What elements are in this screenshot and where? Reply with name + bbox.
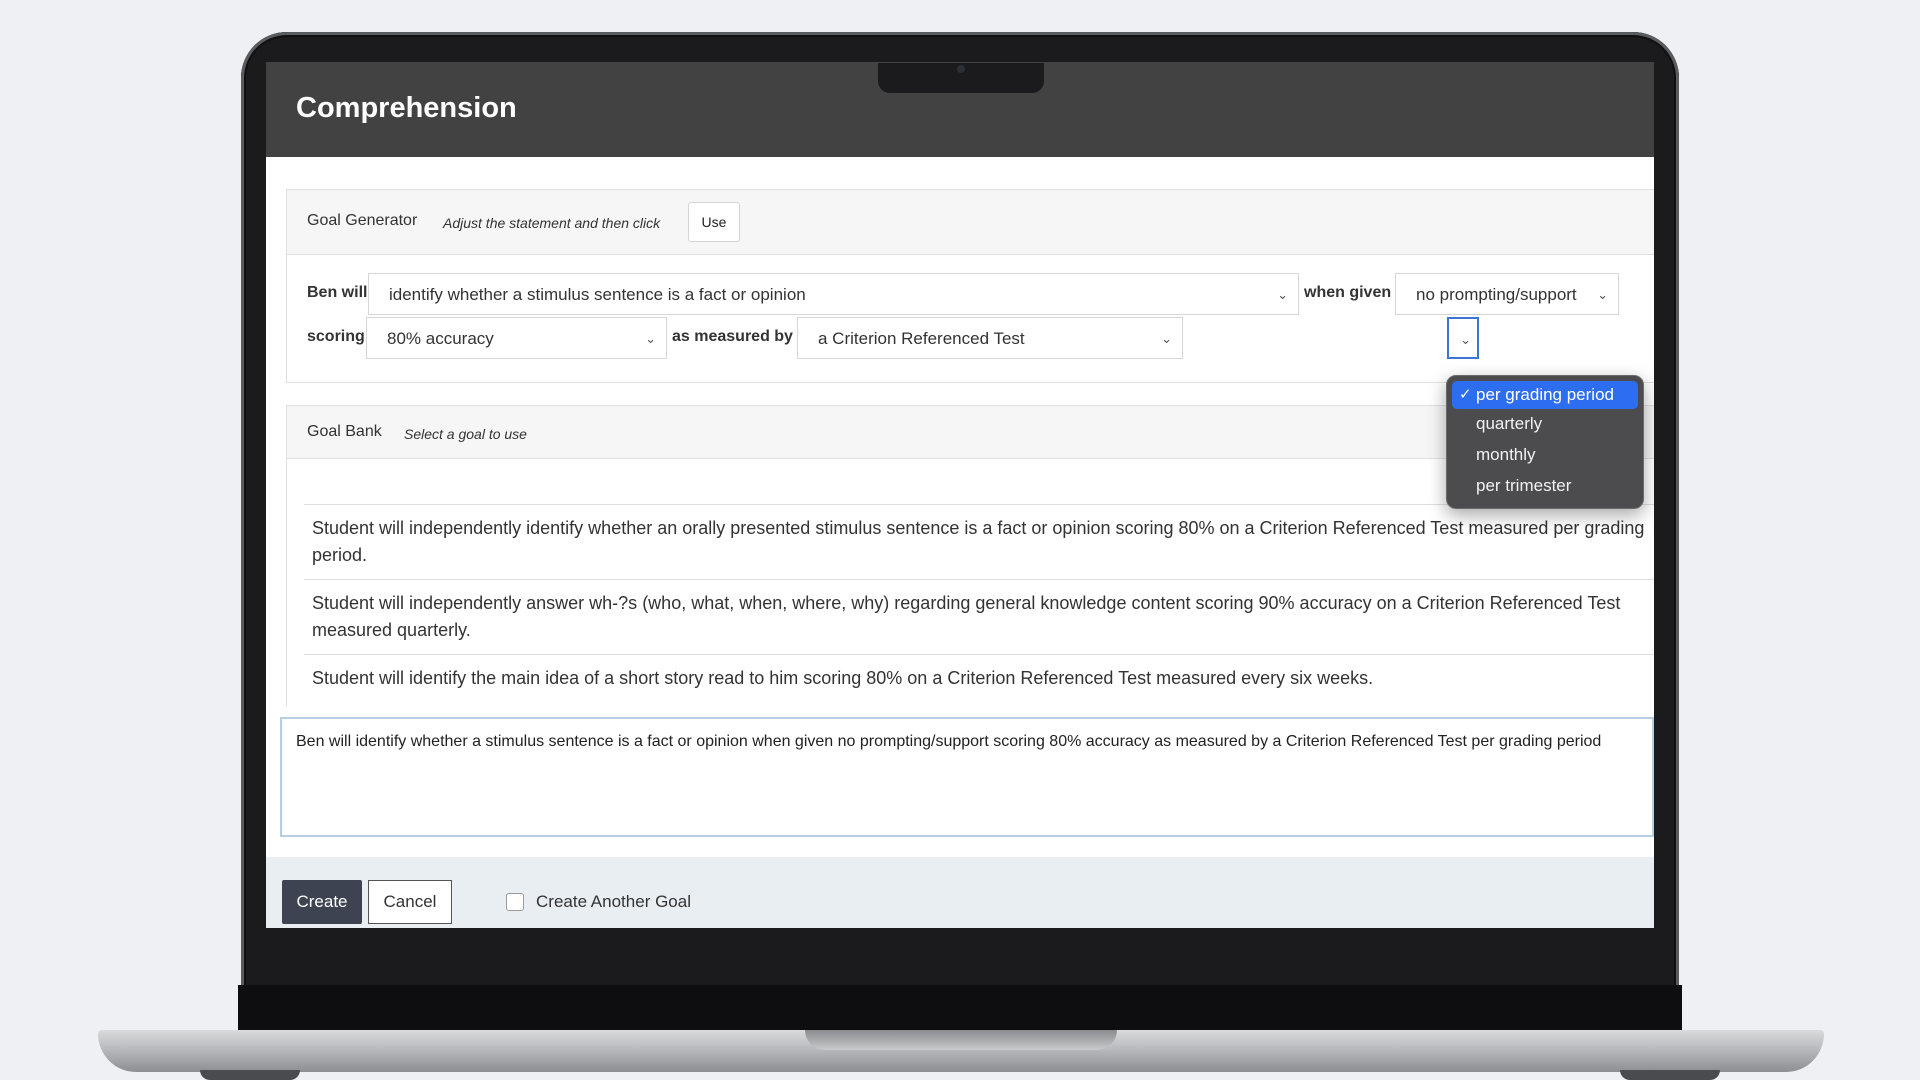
footer-bar: Create Cancel Create Another Goal [266,857,1654,928]
frequency-option-quarterly[interactable]: quarterly [1452,410,1638,438]
frequency-select[interactable]: ⌄ [1447,317,1479,359]
measure-select-value: a Criterion Referenced Test [818,329,1025,348]
goal-generator-header: Goal Generator Adjust the statement and … [287,190,1654,255]
scoring-select-value: 80% accuracy [387,329,494,348]
app-screen: Comprehension Goal Generator Adjust the … [266,62,1654,928]
frequency-option-label: quarterly [1476,414,1543,433]
frequency-option-label: per grading period [1476,385,1614,404]
goal-bank-item[interactable]: Student will independently answer wh-?s … [304,579,1654,654]
chevron-down-icon: ⌄ [1277,287,1288,302]
frequency-option-per-trimester[interactable]: per trimester [1452,472,1638,500]
chevron-down-icon: ⌄ [1161,331,1172,346]
goal-generator-panel: Goal Generator Adjust the statement and … [286,189,1654,383]
frequency-option-monthly[interactable]: monthly [1452,441,1638,469]
laptop-foot [1620,1070,1720,1080]
measured-by-label: as measured by [672,328,793,345]
support-select[interactable]: no prompting/support ⌄ [1395,273,1619,315]
laptop-hinge [238,985,1682,1031]
chevron-down-icon: ⌄ [1460,332,1471,347]
when-given-label: when given [1304,284,1392,301]
frequency-option-label: per trimester [1476,476,1572,495]
goal-bank-item[interactable]: Student will independently identify whet… [304,504,1654,579]
goal-bank-item[interactable]: Student will identify the main idea of a… [304,654,1654,702]
measure-select[interactable]: a Criterion Referenced Test ⌄ [797,317,1183,359]
goal-generator-hint: Adjust the statement and then click [443,215,661,231]
frequency-dropdown-menu: ✓ per grading period quarterly monthly p… [1446,375,1644,509]
page-title: Comprehension [296,92,517,124]
camera-notch [878,63,1044,93]
frequency-option-label: monthly [1476,445,1536,464]
goal-statement-textarea[interactable]: Ben will identify whether a stimulus sen… [280,717,1654,837]
cancel-button[interactable]: Cancel [368,880,452,924]
skill-select-value: identify whether a stimulus sentence is … [389,285,806,304]
goal-bank-list: Student will independently identify whet… [304,504,1654,702]
ben-will-label: Ben will [307,284,368,301]
scoring-label: scoring [307,328,365,345]
camera-icon [957,65,965,73]
scoring-select[interactable]: 80% accuracy ⌄ [366,317,667,359]
skill-select[interactable]: identify whether a stimulus sentence is … [368,273,1299,315]
frequency-option-per-grading-period[interactable]: ✓ per grading period [1452,381,1638,409]
support-select-value: no prompting/support [1416,285,1577,304]
goal-bank-hint: Select a goal to use [404,426,527,442]
create-another-label[interactable]: Create Another Goal [536,892,691,912]
create-another-checkbox[interactable] [506,893,524,911]
laptop-base-notch [805,1030,1117,1050]
checkmark-icon: ✓ [1459,386,1472,403]
chevron-down-icon: ⌄ [1597,287,1608,302]
create-button[interactable]: Create [282,880,362,924]
laptop-foot [200,1070,300,1080]
chevron-down-icon: ⌄ [645,331,656,346]
goal-bank-title: Goal Bank [307,423,382,440]
use-button[interactable]: Use [688,202,740,242]
goal-generator-title: Goal Generator [307,212,418,229]
